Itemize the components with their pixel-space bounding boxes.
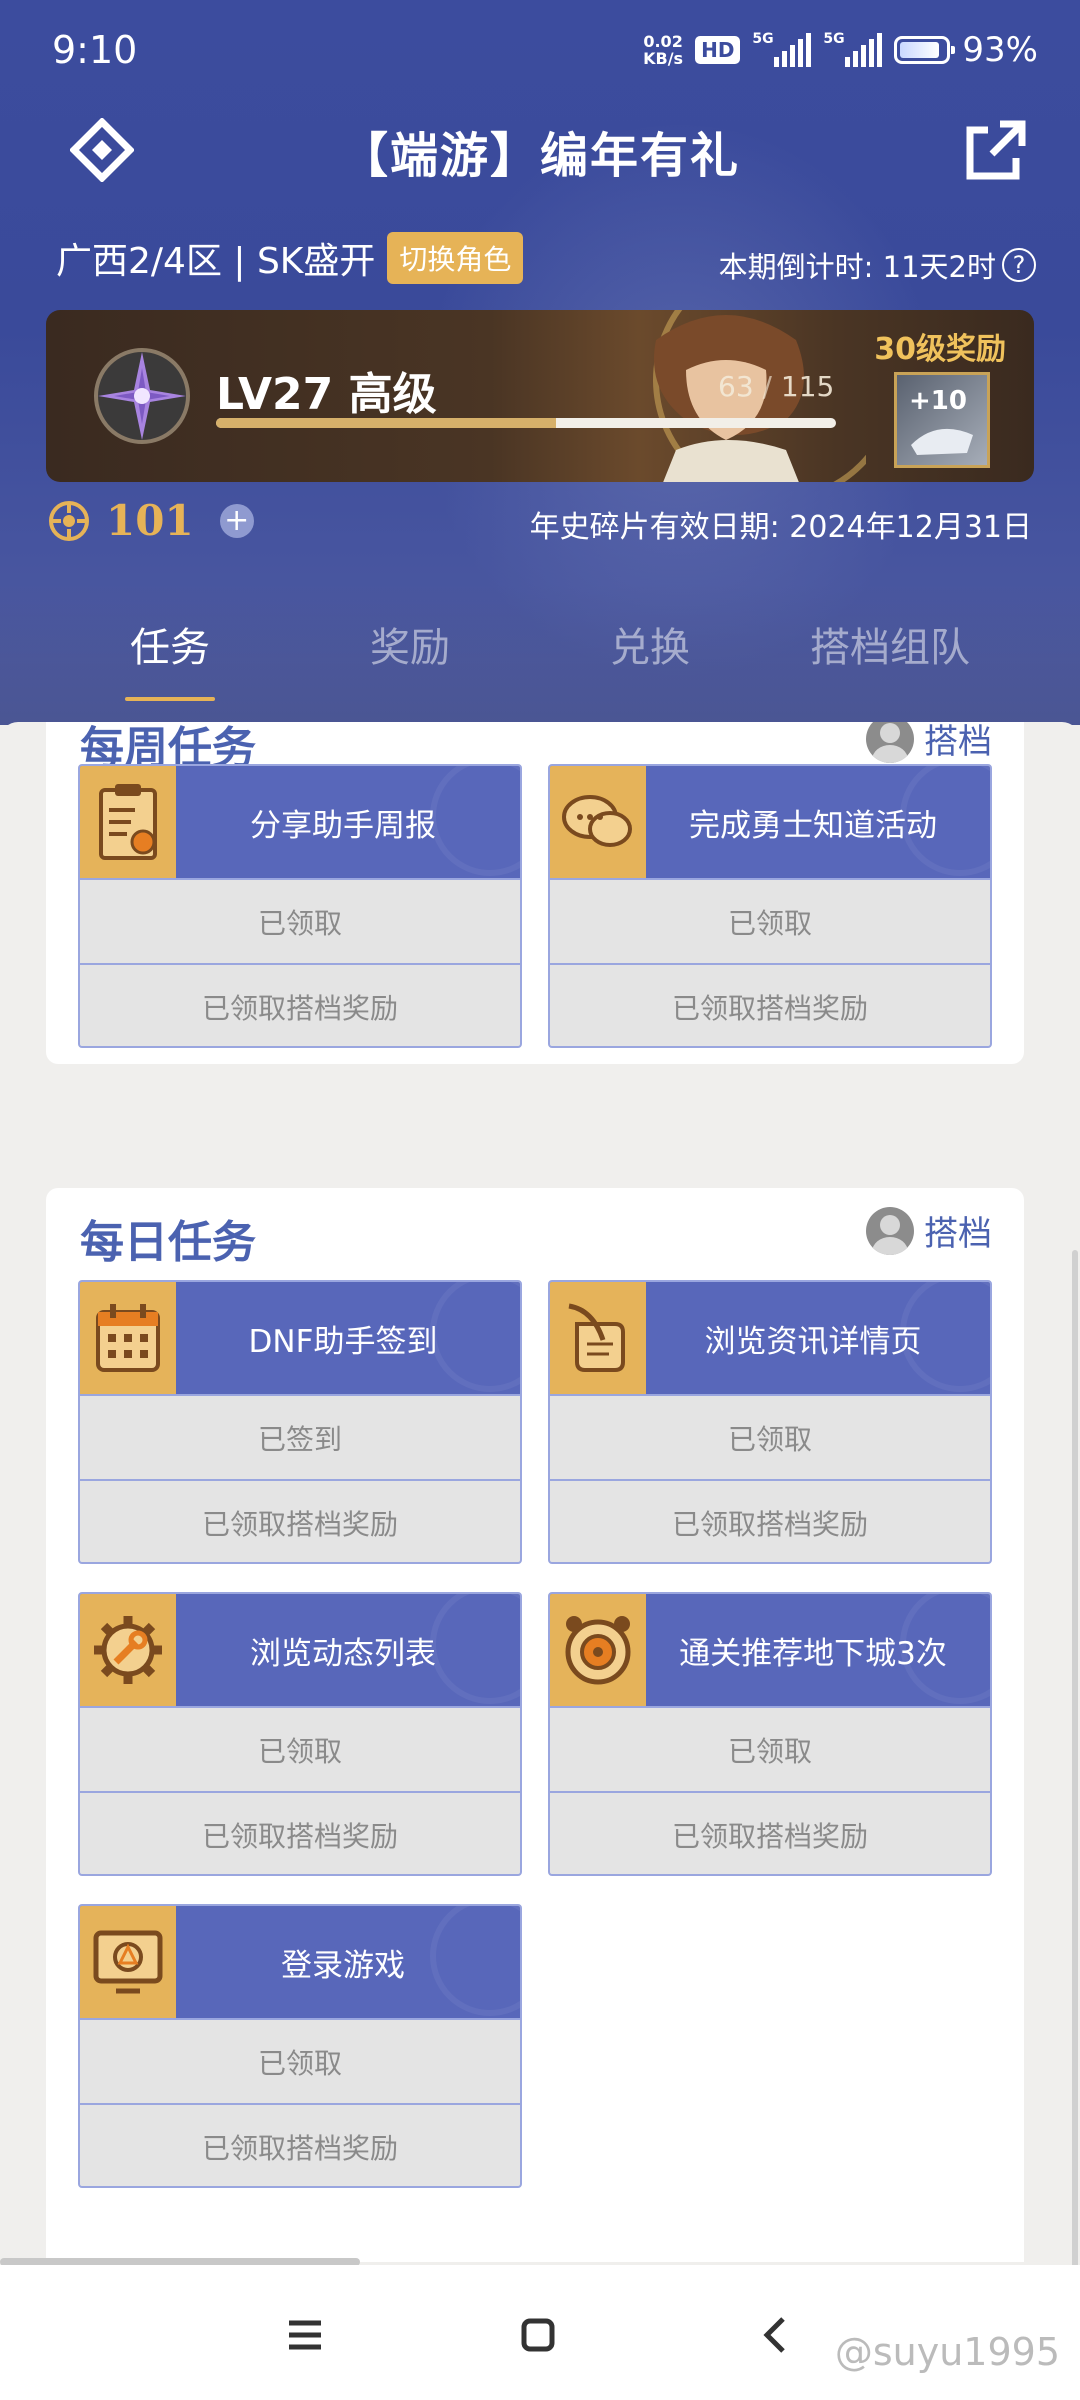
net-speed: 0.02 KB/s — [643, 32, 684, 68]
svg-text:+10: +10 — [909, 386, 967, 416]
task-card: 完成勇士知道活动 已领取 已领取搭档奖励 — [548, 764, 992, 1048]
daily-title: 每日任务 — [80, 1217, 256, 1268]
system-nav-bar: @suyu1995 — [0, 2265, 1080, 2400]
level-progress-bar — [216, 418, 836, 428]
weekly-partner[interactable]: 搭档 — [866, 722, 992, 763]
role-info: 广西2/4区 | SK盛开 切换角色 — [56, 232, 524, 284]
compass-badge-icon — [92, 346, 192, 446]
menu-icon[interactable] — [275, 2305, 335, 2365]
task-status[interactable]: 已领取 — [80, 878, 520, 963]
switch-role-button[interactable]: 切换角色 — [387, 232, 524, 284]
task-status[interactable]: 已领取 — [550, 1706, 990, 1791]
signal-icon: 5G — [823, 31, 883, 67]
fragment-balance: 101 + — [48, 496, 254, 545]
signal-icon: 5G — [752, 31, 812, 67]
task-status[interactable]: 已签到 — [80, 1394, 520, 1479]
fragment-count: 101 — [106, 496, 194, 545]
task-status[interactable]: 已领取 — [550, 1394, 990, 1479]
task-card: 浏览资讯详情页 已领取 已领取搭档奖励 — [548, 1280, 992, 1564]
monitor-icon — [80, 1906, 176, 2018]
home-icon[interactable] — [508, 2305, 568, 2365]
task-card: 通关推荐地下城3次 已领取 已领取搭档奖励 — [548, 1592, 992, 1876]
battery-icon — [894, 36, 956, 64]
battery-percent: 93% — [962, 30, 1038, 70]
tab-rewards[interactable]: 奖励 — [290, 615, 530, 673]
tab-exchange[interactable]: 兑换 — [530, 615, 770, 673]
calendar-icon — [80, 1282, 176, 1394]
vertical-scrollbar[interactable] — [1072, 1250, 1078, 2270]
status-time: 9:10 — [52, 28, 138, 72]
title-bar: 【端游】编年有礼 — [0, 100, 1080, 200]
help-icon[interactable]: ? — [1002, 248, 1036, 282]
fragment-coin-icon — [49, 500, 89, 541]
task-partner-status[interactable]: 已领取搭档奖励 — [550, 1791, 990, 1874]
status-bar: 9:10 0.02 KB/s HD 5G 5G 93% — [0, 0, 1080, 100]
status-icons: 0.02 KB/s HD 5G 5G 93% — [643, 30, 1038, 70]
level-label: LV27 高级 — [216, 369, 437, 420]
avatar — [866, 1206, 914, 1255]
task-header[interactable]: 浏览动态列表 — [80, 1594, 520, 1706]
server-name: 广西2/4区 | SK盛开 — [56, 241, 376, 282]
task-card: 登录游戏 已领取 已领取搭档奖励 — [78, 1904, 522, 2188]
fragment-expiry: 年史碎片有效日期: 2024年12月31日 — [529, 510, 1032, 545]
avatar — [866, 722, 914, 763]
task-header[interactable]: 完成勇士知道活动 — [550, 766, 990, 878]
back-icon[interactable] — [744, 2305, 804, 2365]
task-header[interactable]: 登录游戏 — [80, 1906, 520, 2018]
daily-partner[interactable]: 搭档 — [866, 1206, 992, 1255]
level-card: LV27 高级 63 / 115 30级奖励 +10 — [46, 310, 1034, 482]
task-partner-status[interactable]: 已领取搭档奖励 — [80, 2103, 520, 2186]
gear-wrench-icon — [80, 1594, 176, 1706]
task-card: 分享助手周报 已领取 已领取搭档奖励 — [78, 764, 522, 1048]
tab-bar: 任务 奖励 兑换 搭档组队 — [0, 615, 1080, 701]
task-content[interactable]: 每周任务 搭档 分享助手周报 已领取 已领取搭档奖励 完成勇士知道活动 已领取 … — [0, 722, 1080, 2262]
task-partner-status[interactable]: 已领取搭档奖励 — [80, 1479, 520, 1562]
task-partner-status[interactable]: 已领取搭档奖励 — [550, 1479, 990, 1562]
task-status[interactable]: 已领取 — [550, 878, 990, 963]
weekly-section: 每周任务 搭档 分享助手周报 已领取 已领取搭档奖励 完成勇士知道活动 已领取 … — [46, 722, 1024, 1064]
reward-item-icon[interactable]: +10 — [894, 372, 990, 468]
daily-section: 每日任务 搭档 DNF助手签到 已签到 已领取搭档奖励 浏览资讯详情页 已领取 … — [46, 1188, 1024, 2262]
task-header[interactable]: 通关推荐地下城3次 — [550, 1594, 990, 1706]
task-header[interactable]: DNF助手签到 — [80, 1282, 520, 1394]
hd-icon: HD — [695, 36, 741, 64]
task-header[interactable]: 分享助手周报 — [80, 766, 520, 878]
page-title: 【端游】编年有礼 — [339, 128, 740, 184]
scroll-quill-icon — [550, 1282, 646, 1394]
level-reward-label: 30级奖励 — [874, 332, 1006, 367]
tab-partner-team[interactable]: 搭档组队 — [770, 615, 1010, 673]
countdown-text: 本期倒计时: 11天2时 — [718, 250, 996, 284]
task-status[interactable]: 已领取 — [80, 1706, 520, 1791]
share-icon[interactable] — [960, 116, 1030, 186]
task-card: DNF助手签到 已签到 已领取搭档奖励 — [78, 1280, 522, 1564]
task-partner-status[interactable]: 已领取搭档奖励 — [80, 963, 520, 1046]
add-fragment-button[interactable]: + — [219, 503, 254, 538]
chat-bubbles-icon — [550, 766, 646, 878]
dungeon-clock-icon — [550, 1594, 646, 1706]
task-card: 浏览动态列表 已领取 已领取搭档奖励 — [78, 1592, 522, 1876]
task-partner-status[interactable]: 已领取搭档奖励 — [550, 963, 990, 1046]
countdown: 本期倒计时: 11天2时 ? — [719, 244, 1036, 286]
watermark: @suyu1995 — [834, 2330, 1060, 2374]
level-progress-fill — [216, 418, 556, 428]
level-progress-text: 63 / 115 — [718, 370, 835, 403]
clipboard-icon — [80, 766, 176, 878]
tab-tasks[interactable]: 任务 — [50, 615, 290, 701]
task-status[interactable]: 已领取 — [80, 2018, 520, 2103]
task-header[interactable]: 浏览资讯详情页 — [550, 1282, 990, 1394]
task-partner-status[interactable]: 已领取搭档奖励 — [80, 1791, 520, 1874]
